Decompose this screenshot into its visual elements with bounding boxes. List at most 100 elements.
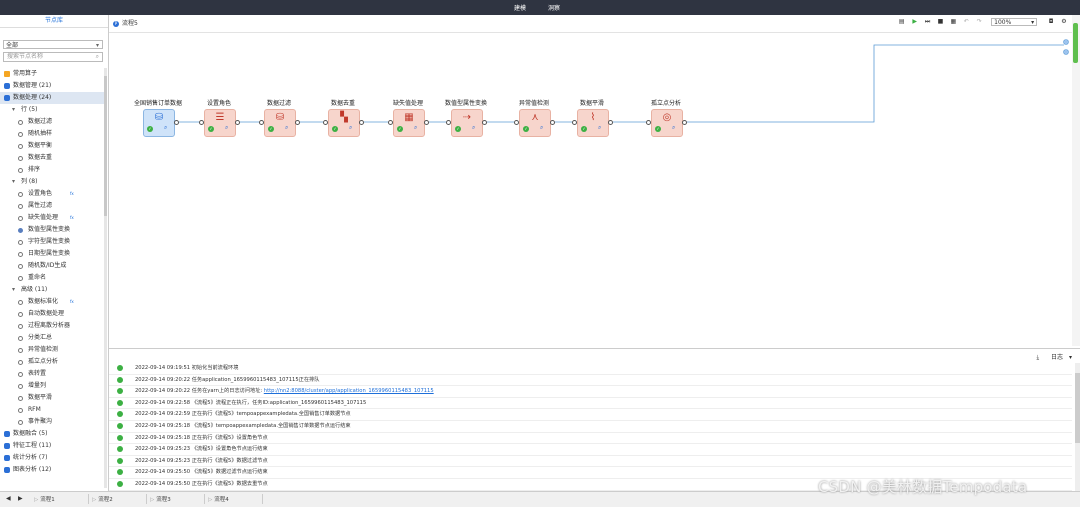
- input-port[interactable]: [572, 119, 577, 125]
- flow-tab[interactable]: ▷ 流程1: [34, 495, 55, 503]
- category-select[interactable]: 全部 ▾: [3, 40, 103, 49]
- tree-node[interactable]: ▾ 高级 (11): [0, 284, 104, 296]
- save-icon[interactable]: ▤: [898, 18, 906, 26]
- flow-node[interactable]: ⌇ ✓ ⌕: [577, 109, 609, 137]
- tree-node[interactable]: ▾ 行 (5): [0, 104, 104, 116]
- tree-node[interactable]: 随机数/ID生成: [0, 260, 104, 272]
- tree-node[interactable]: 数据标准化 fx: [0, 296, 104, 308]
- node-search-input[interactable]: 搜索节点名称 ⌕: [3, 52, 103, 62]
- input-port[interactable]: [259, 119, 264, 125]
- preview-magnifier-icon[interactable]: ⌕: [414, 125, 420, 131]
- flow-node[interactable]: ▦ ✓ ⌕: [393, 109, 425, 137]
- flow-canvas[interactable]: 全国销售订单数据 ⛁ ✓ ⌕ 设置角色 ☰ ✓ ⌕ 数据过滤 ⛁ ✓ ⌕ 数据去重 ▚ ✓ ⌕ 缺失值处理 ▦ ✓ ⌕…: [109, 32, 1072, 347]
- tree-node[interactable]: 数据过滤: [0, 116, 104, 128]
- tree-node[interactable]: 数据管理 (21): [0, 80, 104, 92]
- log-scrollbar[interactable]: [1075, 363, 1080, 491]
- output-port[interactable]: [295, 119, 300, 125]
- preview-magnifier-icon[interactable]: ⌕: [472, 125, 478, 131]
- tree-node[interactable]: 设置角色 fx: [0, 188, 104, 200]
- run-icon[interactable]: ▶: [911, 18, 919, 26]
- tree-node[interactable]: 字符型属性变换: [0, 236, 104, 248]
- tree-node[interactable]: 数据平衡: [0, 140, 104, 152]
- tree-node[interactable]: 缺失值处理 fx: [0, 212, 104, 224]
- tree-node[interactable]: 图表分析 (12): [0, 464, 104, 476]
- preview-magnifier-icon[interactable]: ⌕: [349, 125, 355, 131]
- flow-node[interactable]: ▚ ✓ ⌕: [328, 109, 360, 137]
- tree-node[interactable]: 常用算子: [0, 68, 104, 80]
- flow-node[interactable]: ⛁ ✓ ⌕: [143, 109, 175, 137]
- tree-node[interactable]: 数据处理 (24): [0, 92, 104, 104]
- download-icon[interactable]: ⤓: [1036, 354, 1039, 361]
- tab-modeling[interactable]: 建模: [514, 3, 526, 12]
- flow-node[interactable]: ◎ ✓ ⌕: [651, 109, 683, 137]
- flow-tab[interactable]: ▷ 流程2: [92, 495, 113, 503]
- flow-node[interactable]: ⋏ ✓ ⌕: [519, 109, 551, 137]
- input-port[interactable]: [323, 119, 328, 125]
- chevron-down-icon[interactable]: ▾: [12, 284, 15, 296]
- canvas-right-scrollbar[interactable]: [1072, 15, 1080, 346]
- tree-node[interactable]: 过程离散分析器: [0, 320, 104, 332]
- tree-node[interactable]: 重命名: [0, 272, 104, 284]
- layout-icon[interactable]: ▦: [949, 18, 957, 26]
- node-library-title[interactable]: 节点库: [0, 15, 108, 28]
- input-port[interactable]: [514, 119, 519, 125]
- flow-endpoint[interactable]: [1063, 39, 1069, 45]
- tree-node[interactable]: 特征工程 (11): [0, 440, 104, 452]
- output-port[interactable]: [235, 119, 240, 125]
- tree-node[interactable]: 数据平滑: [0, 392, 104, 404]
- flow-tab[interactable]: ▷ 流程4: [208, 495, 229, 503]
- prev-tab-icon[interactable]: ◀: [6, 495, 11, 502]
- tree-node[interactable]: 表转置: [0, 368, 104, 380]
- canvas-scroll-thumb[interactable]: [1073, 23, 1078, 63]
- tree-node[interactable]: RFM: [0, 404, 104, 416]
- input-port[interactable]: [446, 119, 451, 125]
- tree-node[interactable]: 增量列: [0, 380, 104, 392]
- input-port[interactable]: [646, 119, 651, 125]
- run-step-icon[interactable]: ⏭: [924, 18, 932, 26]
- preview-magnifier-icon[interactable]: ⌕: [540, 125, 546, 131]
- next-tab-icon[interactable]: ▶: [18, 495, 23, 502]
- tree-node[interactable]: 排序: [0, 164, 104, 176]
- output-port[interactable]: [174, 119, 179, 125]
- output-port[interactable]: [482, 119, 487, 125]
- left-scrollbar[interactable]: [104, 68, 107, 488]
- tree-node[interactable]: 孤立点分析: [0, 356, 104, 368]
- log-label[interactable]: 日志: [1051, 354, 1063, 361]
- tree-node[interactable]: 数值型属性变换: [0, 224, 104, 236]
- input-port[interactable]: [199, 119, 204, 125]
- output-port[interactable]: [550, 119, 555, 125]
- output-port[interactable]: [682, 119, 687, 125]
- log-scroll-thumb[interactable]: [1075, 373, 1080, 443]
- settings-gear-icon[interactable]: ⚙: [1060, 18, 1068, 26]
- stop-icon[interactable]: ■: [936, 18, 944, 26]
- input-port[interactable]: [388, 119, 393, 125]
- flow-node[interactable]: ⇢ ✓ ⌕: [451, 109, 483, 137]
- log-link[interactable]: http://nn2:8088/cluster/app/application_…: [264, 388, 434, 394]
- preview-magnifier-icon[interactable]: ⌕: [164, 125, 170, 131]
- output-port[interactable]: [424, 119, 429, 125]
- flow-endpoint[interactable]: [1063, 49, 1069, 55]
- search-icon[interactable]: ⌕: [96, 53, 99, 61]
- preview-magnifier-icon[interactable]: ⌕: [285, 125, 291, 131]
- preview-magnifier-icon[interactable]: ⌕: [598, 125, 604, 131]
- tree-node[interactable]: 分类汇总: [0, 332, 104, 344]
- undo-icon[interactable]: ↶: [962, 18, 970, 26]
- output-port[interactable]: [359, 119, 364, 125]
- tab-insight[interactable]: 洞察: [548, 3, 560, 12]
- flow-tab[interactable]: ▷ 流程3: [150, 495, 171, 503]
- preview-magnifier-icon[interactable]: ⌕: [672, 125, 678, 131]
- chevron-down-icon[interactable]: ▾: [1069, 354, 1072, 361]
- camera-icon[interactable]: ◘: [1047, 18, 1055, 26]
- output-port[interactable]: [608, 119, 613, 125]
- preview-magnifier-icon[interactable]: ⌕: [225, 125, 231, 131]
- tree-node[interactable]: 日期型属性变换: [0, 248, 104, 260]
- tree-node[interactable]: 属性过滤: [0, 200, 104, 212]
- redo-icon[interactable]: ↷: [975, 18, 983, 26]
- zoom-select[interactable]: 100% ▾: [991, 18, 1038, 26]
- left-scrollbar-thumb[interactable]: [104, 76, 107, 216]
- tree-node[interactable]: 数据去重: [0, 152, 104, 164]
- tree-node[interactable]: 自动数据处理: [0, 308, 104, 320]
- tree-node[interactable]: 随机抽样: [0, 128, 104, 140]
- flow-node[interactable]: ⛁ ✓ ⌕: [264, 109, 296, 137]
- tree-node[interactable]: 数据融合 (5): [0, 428, 104, 440]
